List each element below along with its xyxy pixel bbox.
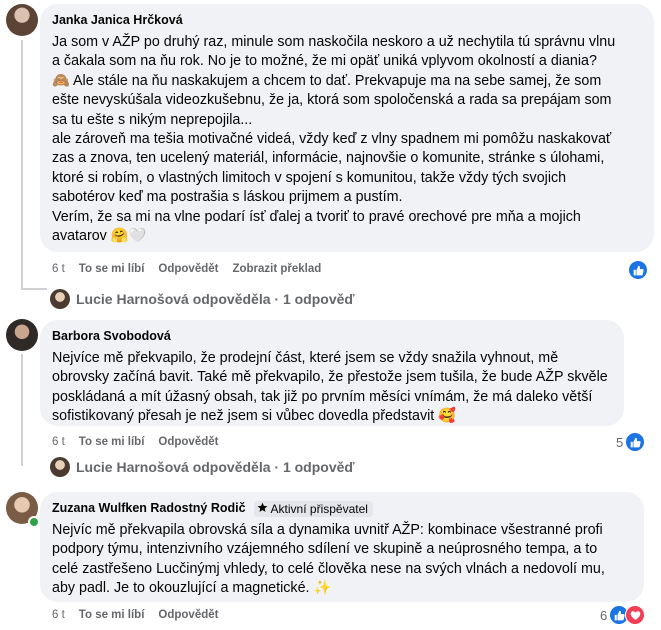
comment-time[interactable]: 6 t	[52, 436, 65, 448]
translate-button[interactable]: Zobrazit překlad	[232, 263, 321, 275]
comment-author[interactable]: Barbora Svobodová	[52, 328, 612, 345]
reply-avatar	[50, 289, 70, 309]
reaction-summary[interactable]	[628, 260, 648, 280]
reply-summary[interactable]: Lucie Harnošová odpověděla · 1 odpověď	[50, 457, 354, 477]
comment-bubble: Zuzana Wulfken Radostný Rodič Aktivní př…	[40, 492, 644, 602]
comment-text: Ja som v AŽP po druhý raz, minule som na…	[52, 34, 616, 245]
comment-actions: 6 t To se mi líbí Odpovědět	[52, 609, 218, 621]
like-button[interactable]: To se mi líbí	[79, 436, 145, 448]
comment-bubble: Barbora Svobodová Nejvíce mě překvapilo,…	[40, 320, 624, 426]
comment-time[interactable]: 6 t	[52, 263, 65, 275]
reply-button[interactable]: Odpovědět	[158, 609, 218, 621]
comment-time[interactable]: 6 t	[52, 609, 65, 621]
like-icon	[625, 432, 646, 452]
avatar[interactable]	[6, 4, 38, 36]
reaction-count: 6	[600, 607, 608, 623]
comment-author[interactable]: Zuzana Wulfken Radostný Rodič Aktivní př…	[52, 500, 632, 517]
comment-text: Nejvíce mě překvapilo, že prodejní část,…	[52, 350, 608, 425]
thread-line	[21, 354, 23, 466]
thread-connector	[21, 288, 47, 290]
online-status-dot	[28, 516, 40, 528]
star-icon	[257, 501, 268, 517]
like-icon	[628, 260, 648, 280]
reply-button[interactable]: Odpovědět	[158, 436, 218, 448]
comment-actions: 6 t To se mi líbí Odpovědět Zobrazit pře…	[52, 263, 321, 275]
comment-author[interactable]: Janka Janica Hrčková	[52, 12, 642, 29]
reaction-summary[interactable]: 6	[600, 605, 646, 625]
contributor-badge[interactable]: Aktivní přispěvatel	[253, 500, 373, 517]
like-button[interactable]: To se mi líbí	[79, 263, 145, 275]
like-button[interactable]: To se mi líbí	[79, 609, 145, 621]
reaction-summary[interactable]: 5	[616, 432, 646, 452]
love-icon	[625, 605, 646, 625]
avatar[interactable]	[6, 319, 38, 351]
comment-actions: 6 t To se mi líbí Odpovědět	[52, 436, 218, 448]
comment-text: Nejvíc mě překvapila obrovská síla a dyn…	[52, 522, 605, 597]
reply-avatar	[50, 457, 70, 477]
reaction-count: 5	[616, 434, 624, 450]
comment-bubble: Janka Janica Hrčková Ja som v AŽP po dru…	[40, 4, 654, 252]
reply-summary[interactable]: Lucie Harnošová odpověděla · 1 odpověď	[50, 289, 354, 309]
reply-button[interactable]: Odpovědět	[158, 263, 218, 275]
thread-line	[21, 40, 23, 290]
